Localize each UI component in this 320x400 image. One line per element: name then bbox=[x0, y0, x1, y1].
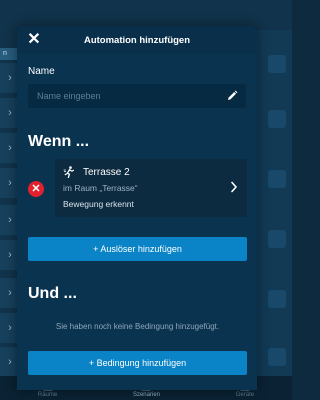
trigger-room: im Raum „Terrasse“ bbox=[63, 183, 138, 193]
tab-label: Szenarien bbox=[132, 392, 160, 398]
modal-title: Automation hinzufügen bbox=[83, 34, 191, 46]
background-tag: n bbox=[0, 48, 18, 60]
remove-trigger-button[interactable]: ✕ bbox=[28, 181, 44, 197]
add-trigger-button[interactable]: + Auslöser hinzufügen bbox=[28, 237, 247, 261]
trigger-event: Bewegung erkennt bbox=[63, 199, 134, 209]
motion-icon bbox=[63, 166, 74, 178]
trigger-title: Terrasse 2 bbox=[83, 167, 130, 178]
name-field[interactable] bbox=[28, 84, 246, 108]
close-icon[interactable]: ✕ bbox=[27, 32, 41, 48]
automation-modal: ✕ Automation hinzufügen Name Wenn ... ✕ … bbox=[17, 26, 257, 390]
trigger-card[interactable]: Terrasse 2 im Raum „Terrasse“ Bewegung e… bbox=[55, 159, 247, 217]
pencil-icon[interactable] bbox=[226, 90, 238, 102]
chevron-right-icon bbox=[231, 181, 238, 193]
name-input[interactable] bbox=[37, 91, 217, 101]
tab-label: Geräte bbox=[235, 392, 255, 398]
tab-label: Räume bbox=[37, 392, 58, 398]
add-condition-button[interactable]: + Bedingung hinzufügen bbox=[28, 351, 247, 375]
wenn-heading: Wenn ... bbox=[28, 133, 90, 150]
no-condition-text: Sie haben noch keine Bedingung hinzugefü… bbox=[55, 322, 220, 331]
background-right-panel bbox=[256, 30, 292, 390]
modal-header: ✕ Automation hinzufügen bbox=[17, 26, 257, 54]
name-label: Name bbox=[28, 66, 55, 77]
und-heading: Und ... bbox=[28, 285, 77, 302]
